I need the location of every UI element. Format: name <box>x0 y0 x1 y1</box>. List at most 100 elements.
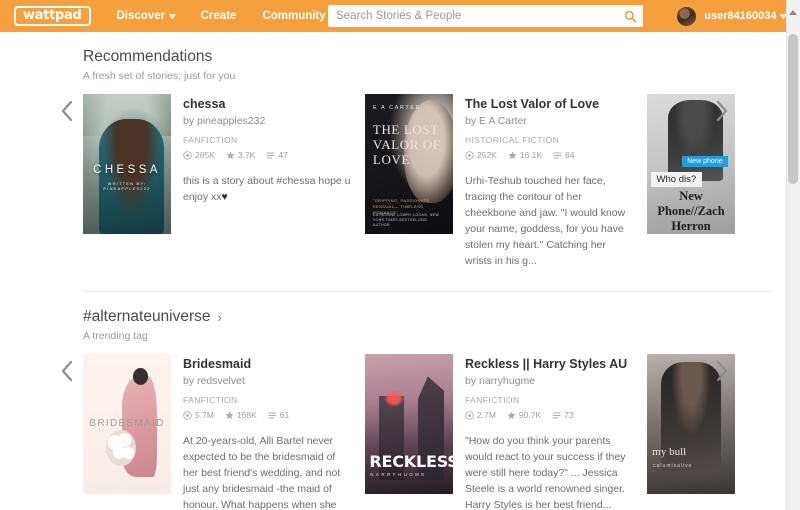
search-input[interactable] <box>336 6 617 26</box>
story-author[interactable]: by redsvelvet <box>183 375 353 387</box>
story-stats: 5.7M 168K <box>183 410 353 420</box>
stat-reads-value: 2.7M <box>477 410 496 420</box>
nav-item-discover-label: Discover <box>117 10 166 22</box>
scrollbar-thumb[interactable] <box>788 34 798 184</box>
story-title[interactable]: chessa <box>183 97 353 111</box>
story-details: chessa by pineapples232 FANFICTION 285K <box>171 94 353 269</box>
story-card[interactable]: my bull calumisalive <box>647 354 767 510</box>
chevron-left-icon <box>60 100 74 122</box>
cover-subtitle-text: NARRYHUGME <box>370 472 448 477</box>
page-title: Recommendations <box>83 48 786 66</box>
cover-caption-text: Who dis? <box>651 172 703 187</box>
search-bar <box>328 5 643 27</box>
section-subtitle: A fresh set of stories, just for you <box>83 70 786 82</box>
section-title-text: #alternateuniverse <box>83 308 211 326</box>
stat-parts-value: 47 <box>278 150 287 160</box>
nav-item-create[interactable]: Create <box>201 10 237 22</box>
chevron-right-icon: › <box>218 310 222 325</box>
story-carousel: CHESSA WRITTEN BY: PINEAPPLES232 chessa … <box>0 94 786 269</box>
nav-item-community[interactable]: Community ▾ <box>262 10 335 22</box>
section-subtitle: A trending tag <box>83 330 786 342</box>
cover-art-glow <box>384 390 403 407</box>
eye-icon <box>183 151 192 160</box>
stat-votes: 168K <box>225 410 257 420</box>
story-description-text: this is a story about #chessa hope u enj… <box>183 175 351 203</box>
page-content: Recommendations A fresh set of stories, … <box>0 32 800 510</box>
section-header: #alternateuniverse › A trending tag <box>0 308 786 342</box>
heart-icon: ♥ <box>222 191 228 203</box>
story-title[interactable]: The Lost Valor of Love <box>465 97 635 111</box>
cover-art-figure <box>99 119 164 234</box>
eye-icon <box>465 411 474 420</box>
star-icon <box>508 151 517 160</box>
story-cover[interactable]: RECKLESS NARRYHUGME <box>365 354 453 494</box>
story-cover[interactable]: CHESSA WRITTEN BY: PINEAPPLES232 <box>83 94 171 234</box>
cover-title-text: THE LOST VALOR OF LOVE <box>373 122 453 167</box>
carousel-prev-button[interactable] <box>55 354 79 388</box>
story-cover[interactable]: E A CARTER THE LOST VALOR OF LOVE "GRIPP… <box>365 94 453 234</box>
list-icon <box>553 151 562 160</box>
user-menu[interactable]: user84160034 ▾ <box>677 0 786 32</box>
cover-subtitle-text: calumisalive <box>653 463 730 469</box>
story-card[interactable]: New phone Who dis? New Phone//Zach Herro… <box>647 94 767 269</box>
stat-votes-value: 90.7K <box>519 410 541 420</box>
story-card[interactable]: CHESSA WRITTEN BY: PINEAPPLES232 chessa … <box>83 94 365 269</box>
stat-parts-value: 61 <box>280 410 289 420</box>
stat-reads-value: 5.7M <box>195 410 214 420</box>
avatar <box>677 7 696 26</box>
star-icon <box>225 411 234 420</box>
scroll-up-arrow-icon[interactable] <box>789 10 797 15</box>
carousel-prev-button[interactable] <box>55 94 79 128</box>
page-scrollbar[interactable] <box>786 32 800 510</box>
section-recommendations: Recommendations A fresh set of stories, … <box>0 32 786 292</box>
story-author[interactable]: by E A Carter <box>465 115 635 127</box>
stat-parts-value: 73 <box>564 410 573 420</box>
nav-item-discover[interactable]: Discover ▾ <box>117 10 175 22</box>
stat-reads: 5.7M <box>183 410 214 420</box>
stat-parts: 84 <box>553 150 574 160</box>
cover-subtitle-text: WRITTEN BY: PINEAPPLES232 <box>83 181 171 191</box>
stat-parts: 47 <box>266 150 287 160</box>
carousel-next-button[interactable] <box>710 354 734 388</box>
wattpad-logo[interactable]: wattpad <box>14 6 91 26</box>
story-category: FANFICTION <box>465 395 635 405</box>
story-card[interactable]: RECKLESS NARRYHUGME Reckless || Harry St… <box>365 354 647 510</box>
stat-votes-value: 16.1K <box>520 150 542 160</box>
story-carousel: BRIDESMAID Bridesmaid by redsvelvet FANF… <box>0 354 786 510</box>
search-button[interactable] <box>617 5 643 27</box>
stat-parts-value: 84 <box>565 150 574 160</box>
star-icon <box>507 411 516 420</box>
story-cover[interactable]: BRIDESMAID <box>83 354 171 494</box>
stat-votes: 90.7K <box>507 410 541 420</box>
story-title[interactable]: Bridesmaid <box>183 357 353 371</box>
story-description: At 20-years-old, Alli Bartel never expec… <box>183 433 353 510</box>
story-details: The Lost Valor of Love by E A Carter HIS… <box>453 94 635 269</box>
cover-blurb-secondary-text: KATHERINE LOWRY LOGAN, NEW YORK TIMES BE… <box>373 213 445 228</box>
carousel-next-button[interactable] <box>710 94 734 128</box>
stat-votes-value: 168K <box>237 410 257 420</box>
story-description: this is a story about #chessa hope u enj… <box>183 173 353 205</box>
stat-reads: 285K <box>183 150 215 160</box>
story-author[interactable]: by pineapples232 <box>183 115 353 127</box>
cover-art-bouquet <box>106 430 136 466</box>
story-details: Reckless || Harry Styles AU by narryhugm… <box>453 354 635 510</box>
story-card[interactable]: BRIDESMAID Bridesmaid by redsvelvet FANF… <box>83 354 365 510</box>
scrollbar-cap <box>786 0 800 32</box>
stat-votes: 16.1K <box>508 150 542 160</box>
story-description: "How do you think your parents would rea… <box>465 433 635 510</box>
username-text: user84160034 <box>704 10 776 22</box>
page-title[interactable]: #alternateuniverse › <box>83 308 786 326</box>
nav-item-create-label: Create <box>201 10 237 22</box>
chevron-left-icon <box>60 360 74 382</box>
stat-reads-value: 252K <box>477 150 497 160</box>
cover-title-text: my bull <box>652 446 729 458</box>
stat-parts: 61 <box>268 410 289 420</box>
story-title[interactable]: Reckless || Harry Styles AU <box>465 357 635 371</box>
story-stats: 2.7M 90.7K <box>465 410 635 420</box>
stat-reads: 252K <box>465 150 497 160</box>
cover-art-head <box>133 368 148 385</box>
stat-reads: 2.7M <box>465 410 496 420</box>
story-author[interactable]: by narryhugme <box>465 375 635 387</box>
eye-icon <box>183 411 192 420</box>
story-card[interactable]: E A CARTER THE LOST VALOR OF LOVE "GRIPP… <box>365 94 647 269</box>
